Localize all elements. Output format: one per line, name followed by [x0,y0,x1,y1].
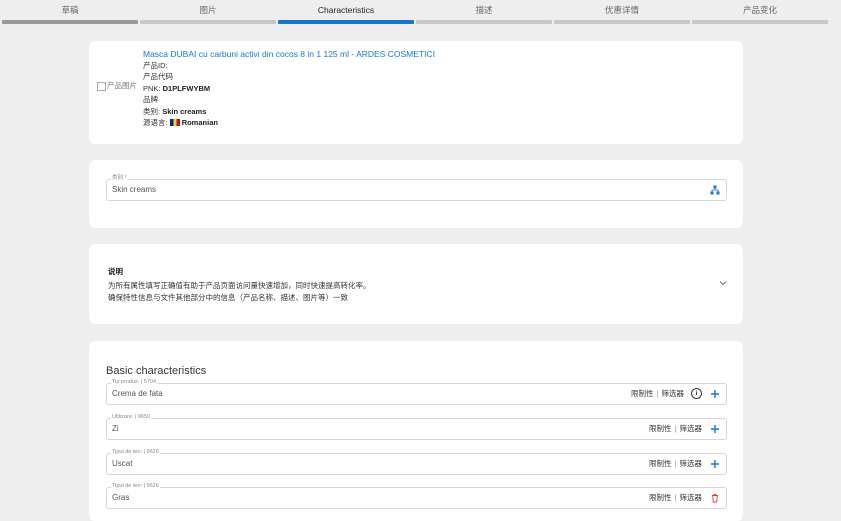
romania-flag-icon [169,119,180,127]
restrictive-label: 限制性 [649,459,672,468]
restrictive-label: 限制性 [631,389,654,398]
restrictive-label: 限制性 [649,424,672,433]
tab-offer-progress [554,20,690,24]
add-value-icon[interactable] [710,424,720,434]
product-image: 产品图片 [97,81,137,91]
source-language-label: 源语言: [143,118,168,128]
chevron-down-icon[interactable] [719,280,727,286]
tip-produs-value: Crema de fata [112,389,163,398]
pnk-label: PNK: [143,83,161,93]
tipul-de-ten-field-2[interactable]: Tipul de ten: | 9626 Gras 限制性 | 筛选器 [106,483,727,509]
source-language-value: Romanian [181,118,218,128]
tab-images-progress [140,20,276,24]
broken-image-icon [97,81,106,91]
utilizare-field[interactable]: Utilizare: | 9650 Zi 限制性 | 筛选器 [106,414,727,440]
tip-produs-label: Tip produs: | 5704 [111,379,158,386]
tipul-de-ten-actions-2: 限制性 | 筛选器 [649,492,720,503]
tab-characteristics-label: Characteristics [317,5,375,15]
tipul-de-ten-value: Uscat [112,459,133,468]
tip-produs-field[interactable]: Tip produs: | 5704 Crema de fata 限制性 | 筛选器… [106,379,727,405]
tab-draft-progress [2,20,138,24]
add-value-icon[interactable] [710,459,720,469]
tipul-de-ten-value-2: Gras [112,493,130,502]
basic-characteristics-title: Basic characteristics [106,365,207,377]
tab-variants[interactable]: 产品变化 [692,0,828,26]
product-image-alt: 产品图片 [107,81,137,90]
tip-produs-actions: 限制性 | 筛选器 i [631,388,720,399]
product-card: 产品图片 Masca DUBAI cu carbuni activi din c… [89,41,743,144]
tab-offer[interactable]: 优惠详情 [554,0,690,26]
tipul-de-ten-label-2: Tipul de ten: | 9626 [111,483,160,490]
tab-variants-label: 产品变化 [742,5,777,15]
product-info: Masca DUBAI cu carbuni activi din cocos … [143,49,435,128]
category-field[interactable]: 类别 * Skin creams [106,175,727,201]
tipul-de-ten-actions: 限制性 | 筛选器 [649,458,720,469]
delete-value-icon[interactable] [710,493,720,503]
product-title-link[interactable]: Masca DUBAI cu carbuni activi din cocos … [143,49,435,60]
pnk-row: PNK: D1PLFWYBM [143,83,435,94]
tipul-de-ten-label: Tipul de ten: | 9626 [111,449,160,456]
filter-label: 筛选器 [679,424,703,433]
product-id-label: 产品ID: [143,61,168,70]
category-row: 类别: Skin creams [143,106,435,117]
utilizare-label: Utilizare: | 9650 [111,414,152,421]
description-card[interactable]: 说明 为所有属性填写正确值有助于产品页面访问量快速增加，同时快速提高转化率。 确… [89,244,743,324]
description-line-1: 为所有属性填写正确值有助于产品页面访问量快速增加，同时快速提高转化率。 [108,281,371,290]
tab-images[interactable]: 图片 [140,0,276,26]
step-tabs: 草稿 图片 Characteristics 描述 优惠详情 产品变化 [0,0,841,26]
category-label: 类别: [143,106,161,116]
add-value-icon[interactable] [710,389,720,399]
restrictive-label: 限制性 [649,493,672,502]
basic-characteristics-card: Basic characteristics Tip produs: | 5704… [89,341,743,521]
category-field-value: Skin creams [112,185,157,194]
tab-images-label: 图片 [199,5,217,15]
category-tree-icon[interactable] [710,185,720,195]
tab-draft-label: 草稿 [61,5,79,15]
category-card: 类别 * Skin creams [89,160,743,228]
product-code-label: 产品代码 [143,72,173,82]
description-line-2: 确保特性信息与文件其他部分中的信息（产品名称、描述、图片等）一致 [108,293,348,302]
category-field-label: 类别 * [111,175,128,182]
tab-characteristics-progress [278,20,414,24]
tab-characteristics[interactable]: Characteristics [278,0,414,26]
tab-description-progress [416,20,552,24]
description-heading: 说明 [108,267,123,276]
category-value: Skin creams [162,106,207,116]
source-language-row: 源语言: Romanian [143,117,435,128]
utilizare-value: Zi [112,424,119,433]
tab-description-label: 描述 [475,5,493,15]
tipul-de-ten-field[interactable]: Tipul de ten: | 9626 Uscat 限制性 | 筛选器 [106,449,727,475]
filter-label: 筛选器 [661,389,685,398]
utilizare-actions: 限制性 | 筛选器 [649,423,720,434]
tab-offer-label: 优惠详情 [604,5,639,15]
tab-description[interactable]: 描述 [416,0,552,26]
filter-label: 筛选器 [679,493,703,502]
brand-label: 品牌 [143,95,158,105]
filter-label: 筛选器 [679,459,703,468]
info-icon[interactable]: i [691,388,702,399]
tab-draft[interactable]: 草稿 [2,0,138,26]
tab-variants-progress [692,20,828,24]
pnk-value: D1PLFWYBM [162,83,211,93]
